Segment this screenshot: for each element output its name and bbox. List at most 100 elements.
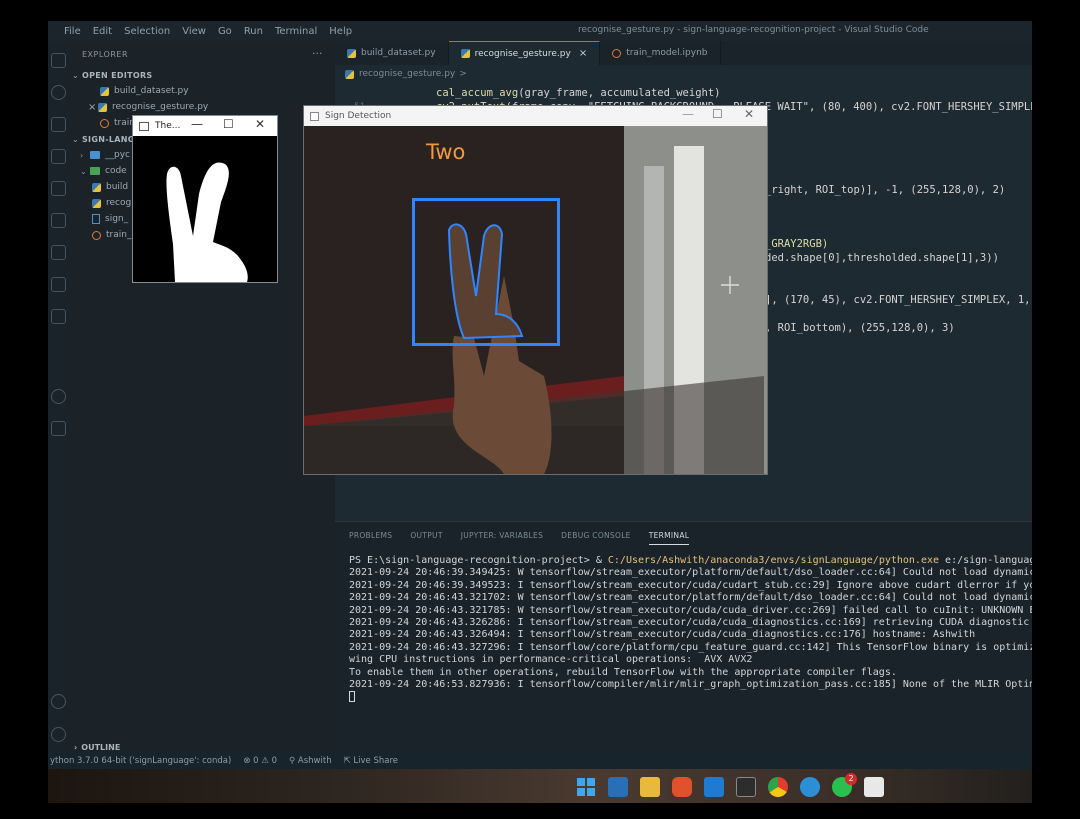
open-editor-item[interactable]: × recognise_gesture.py	[70, 99, 335, 115]
tab-recognise-gesture[interactable]: recognise_gesture.py ×	[448, 41, 601, 65]
terminal-cursor	[349, 691, 355, 703]
run-debug-icon[interactable]	[51, 149, 66, 164]
sign-detection-titlebar[interactable]: Sign Detection — ☐ ✕	[304, 106, 767, 126]
tree-item-label: build	[106, 182, 129, 192]
close-tab-icon[interactable]: ×	[579, 48, 587, 59]
breadcrumb-file[interactable]: recognise_gesture.py	[359, 69, 455, 79]
terminal-line: 2021-09-24 20:46:53.827936: I tensorflow…	[349, 679, 1032, 691]
whatsapp-icon[interactable]: 2	[832, 773, 857, 797]
top-letterbox	[0, 0, 1080, 21]
files-icon[interactable]	[51, 53, 66, 68]
more-actions-icon[interactable]: ···	[312, 47, 323, 60]
terminal-icon[interactable]	[736, 777, 756, 797]
menu-help[interactable]: Help	[329, 26, 352, 37]
windows-start-icon[interactable]	[576, 777, 596, 797]
menu-file[interactable]: File	[64, 26, 81, 37]
vscode-icon[interactable]	[704, 777, 724, 797]
menu-terminal[interactable]: Terminal	[275, 26, 317, 37]
status-bar: ython 3.7.0 64-bit ('signLanguage': cond…	[48, 753, 1032, 769]
panel-tabs: PROBLEMS OUTPUT JUPYTER: VARIABLES DEBUG…	[349, 531, 690, 545]
open-editor-item[interactable]: build_dataset.py	[70, 83, 335, 99]
tab-jupyter-variables[interactable]: JUPYTER: VARIABLES	[461, 531, 543, 545]
remote-explorer-icon[interactable]	[51, 245, 66, 260]
extensions-icon[interactable]	[51, 181, 66, 196]
open-editors-section[interactable]: ⌄ OPEN EDITORS	[70, 67, 335, 83]
terminal-line: 2021-09-24 20:46:39.349523: I tensorflow…	[349, 579, 1032, 591]
webcam-feed: Two	[304, 126, 767, 474]
notebook-file-icon	[92, 230, 101, 240]
menu-bar: File Edit Selection View Go Run Terminal…	[64, 26, 352, 37]
menu-view[interactable]: View	[182, 26, 206, 37]
code-line: _GRAY2RGB)	[765, 238, 829, 250]
code-line: cal_accum_avg(gray_frame, accumulated_we…	[436, 87, 721, 99]
tree-item-label: __pyc	[105, 150, 130, 160]
bottom-letterbox	[0, 803, 1080, 819]
tab-problems[interactable]: PROBLEMS	[349, 531, 392, 545]
threshold-window-title: The...	[155, 121, 181, 131]
settings-gear-icon[interactable]	[51, 727, 66, 742]
open-editors-label: OPEN EDITORS	[82, 70, 153, 80]
window-app-icon	[139, 121, 149, 131]
menu-go[interactable]: Go	[218, 26, 232, 37]
terminal-output[interactable]: PS E:\sign-language-recognition-project>…	[349, 555, 1032, 704]
user-icon: ⚲	[288, 756, 298, 766]
edge-icon[interactable]	[800, 777, 820, 797]
maximize-icon[interactable]: ☐	[712, 107, 723, 121]
file-explorer-icon[interactable]	[640, 777, 660, 797]
taskbar: 2	[48, 769, 1032, 803]
source-control-icon[interactable]	[51, 117, 66, 132]
tab-label: recognise_gesture.py	[474, 48, 571, 59]
threshold-window-titlebar[interactable]: The... — ☐ ✕	[133, 116, 277, 136]
sign-detection-window[interactable]: Sign Detection — ☐ ✕ Two	[303, 105, 768, 475]
terminal-line: 2021-09-24 20:46:43.321702: W tensorflow…	[349, 592, 1032, 604]
problems-status[interactable]: ⊗ 0 ⚠ 0	[243, 756, 277, 766]
folder-open-icon	[90, 167, 100, 175]
account-icon[interactable]	[51, 694, 66, 709]
menu-run[interactable]: Run	[244, 26, 263, 37]
tab-train-model[interactable]: train_model.ipynb	[600, 41, 721, 65]
terminal-line: To enable them in other operations, rebu…	[349, 666, 897, 678]
python-file-icon	[460, 49, 470, 58]
python-interpreter-status[interactable]: ython 3.7.0 64-bit ('signLanguage': cond…	[50, 756, 231, 766]
search-icon[interactable]	[51, 85, 66, 100]
live-share-icon[interactable]	[51, 309, 66, 324]
tab-build-dataset[interactable]: build_dataset.py	[335, 41, 449, 65]
code-line: , ROI_bottom), (255,128,0), 3)	[765, 322, 955, 334]
chevron-down-icon: ⌄	[72, 134, 80, 144]
menu-edit[interactable]: Edit	[93, 26, 112, 37]
chrome-icon[interactable]	[768, 777, 788, 797]
close-icon[interactable]: ×	[88, 102, 98, 113]
tree-item-label: recog	[106, 198, 132, 208]
menu-selection[interactable]: Selection	[124, 26, 170, 37]
python-file-icon	[345, 69, 354, 79]
app-window-icon[interactable]	[864, 777, 884, 797]
minimize-icon[interactable]: —	[682, 107, 694, 121]
tab-terminal[interactable]: TERMINAL	[648, 531, 690, 545]
testing-icon[interactable]	[51, 213, 66, 228]
code-line: ], (170, 45), cv2.FONT_HERSHEY_SIMPLEX, …	[765, 294, 1031, 306]
editor-tabs: build_dataset.py recognise_gesture.py × …	[335, 41, 1032, 65]
bottom-panel: PROBLEMS OUTPUT JUPYTER: VARIABLES DEBUG…	[335, 521, 1032, 761]
open-editor-label: build_dataset.py	[114, 86, 189, 96]
close-icon[interactable]: ✕	[255, 117, 265, 131]
outline-label: OUTLINE	[81, 742, 121, 752]
timeline-icon[interactable]	[51, 389, 66, 404]
brave-browser-icon[interactable]	[672, 777, 692, 797]
maximize-icon[interactable]: ☐	[223, 117, 234, 131]
close-icon[interactable]: ✕	[744, 107, 754, 121]
chevron-down-icon: ⌄	[72, 70, 80, 80]
window-app-icon	[310, 111, 319, 121]
desktop-icon[interactable]	[608, 777, 628, 797]
terminal-line: 2021-09-24 20:46:39.349425: W tensorflow…	[349, 567, 1032, 579]
account-status[interactable]: ⚲ Ashwith	[289, 756, 332, 766]
tab-debug-console[interactable]: DEBUG CONSOLE	[561, 531, 631, 545]
live-share-status[interactable]: ⇱ Live Share	[344, 756, 398, 766]
jupyter-icon[interactable]	[51, 277, 66, 292]
tab-output[interactable]: OUTPUT	[410, 531, 442, 545]
chevron-down-icon: ⌄	[80, 166, 87, 176]
deploy-icon[interactable]	[51, 421, 66, 436]
explorer-header: EXPLORER	[82, 50, 128, 59]
threshold-window[interactable]: The... — ☐ ✕	[132, 115, 278, 283]
breadcrumb-separator: >	[459, 69, 467, 79]
minimize-icon[interactable]: —	[191, 117, 203, 131]
